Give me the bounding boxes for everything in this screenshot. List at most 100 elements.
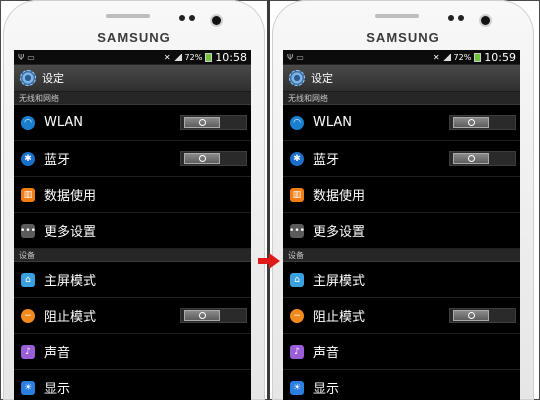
arrow-right-icon: [258, 253, 280, 269]
settings-title-bar: 设定: [14, 65, 251, 92]
settings-item-block-mode[interactable]: − 阻止模式: [14, 298, 251, 334]
section-header-device: 设备: [283, 249, 520, 262]
settings-item-label: 声音: [44, 346, 71, 361]
section-header-wireless: 无线和网络: [283, 92, 520, 105]
wlan-toggle[interactable]: [449, 115, 516, 130]
phone-screen: Ψ ▭ ✕ 72% 10:59 设定 无线和网络 ◠ WLAN ✱ 蓝牙 ▥ 数…: [283, 50, 520, 400]
bluetooth-icon: ✱: [21, 151, 35, 166]
settings-item-label: WLAN: [44, 115, 84, 130]
settings-item-label: 显示: [313, 382, 340, 397]
display-icon: ☀: [21, 380, 35, 395]
battery-percent: 72%: [184, 52, 203, 62]
section-header-device: 设备: [14, 249, 251, 262]
front-camera: [212, 16, 221, 25]
block-icon: −: [290, 308, 304, 323]
toggle-knob: [453, 310, 489, 321]
brand-logo: SAMSUNG: [366, 30, 440, 45]
speaker-grille: [106, 14, 150, 18]
brand-logo: SAMSUNG: [97, 30, 171, 45]
wifi-icon: ◠: [21, 115, 35, 130]
settings-item-bluetooth[interactable]: ✱ 蓝牙: [283, 141, 520, 177]
clock: 10:59: [484, 50, 516, 64]
block-icon: −: [21, 308, 35, 323]
settings-item-label: 数据使用: [44, 189, 97, 204]
settings-item-label: 蓝牙: [313, 153, 340, 168]
page-title: 设定: [42, 72, 64, 85]
speaker-grille: [375, 14, 419, 18]
toggle-knob: [184, 117, 220, 128]
sensor-dot: [189, 15, 195, 21]
signal-icon: [173, 53, 182, 61]
mute-icon: ✕: [163, 52, 171, 62]
clock: 10:58: [215, 50, 247, 64]
battery-icon: [474, 52, 482, 62]
settings-title-bar: 设定: [283, 65, 520, 92]
settings-item-label: 主屏模式: [44, 274, 97, 289]
home-icon: ⌂: [290, 272, 304, 287]
battery-percent: 72%: [453, 52, 472, 62]
settings-item-data-usage[interactable]: ▥ 数据使用: [283, 177, 520, 213]
mute-icon: ✕: [432, 52, 440, 62]
settings-item-home-mode[interactable]: ⌂ 主屏模式: [14, 262, 251, 298]
bluetooth-icon: ✱: [290, 151, 304, 166]
toggle-knob: [184, 153, 220, 164]
settings-item-wlan[interactable]: ◠ WLAN: [283, 105, 520, 141]
sensor-dot: [448, 15, 454, 21]
wlan-toggle[interactable]: [180, 115, 247, 130]
sound-icon: ♪: [290, 344, 304, 359]
block-mode-toggle[interactable]: [449, 308, 516, 323]
data-usage-icon: ▥: [21, 187, 35, 202]
wifi-icon: ◠: [290, 115, 304, 130]
settings-item-label: 蓝牙: [44, 153, 71, 168]
settings-item-label: 数据使用: [313, 189, 366, 204]
status-bar: Ψ ▭ ✕ 72% 10:59: [283, 50, 520, 65]
phone-right: SAMSUNG Ψ ▭ ✕ 72% 10:59 设定 无线和网络 ◠ WLAN: [272, 0, 534, 400]
section-header-wireless: 无线和网络: [14, 92, 251, 105]
panel-divider: [267, 0, 270, 400]
settings-item-display[interactable]: ☀ 显示: [283, 370, 520, 400]
usb-icon: Ψ: [287, 52, 294, 62]
data-usage-icon: ▥: [290, 187, 304, 202]
sensor-dot: [458, 15, 464, 21]
settings-item-label: 显示: [44, 382, 71, 397]
phone-screen: Ψ ▭ ✕ 72% 10:58 设定 无线和网络 ◠ WLAN ✱ 蓝牙 ▥ 数…: [14, 50, 251, 400]
settings-item-wlan[interactable]: ◠ WLAN: [14, 105, 251, 141]
usb-icon: Ψ: [18, 52, 25, 62]
settings-item-label: 阻止模式: [44, 310, 97, 325]
page-title: 设定: [311, 72, 333, 85]
settings-item-label: 声音: [313, 346, 340, 361]
display-icon: ☀: [290, 380, 304, 395]
settings-item-label: 主屏模式: [313, 274, 366, 289]
phone-left: SAMSUNG Ψ ▭ ✕ 72% 10:58 设定 无线和网络 ◠ WLAN: [3, 0, 265, 400]
settings-item-data-usage[interactable]: ▥ 数据使用: [14, 177, 251, 213]
settings-item-block-mode[interactable]: − 阻止模式: [283, 298, 520, 334]
signal-icon: [442, 53, 451, 61]
download-icon: ▭: [27, 52, 35, 62]
settings-item-more[interactable]: ••• 更多设置: [283, 213, 520, 249]
bluetooth-toggle[interactable]: [449, 151, 516, 166]
settings-item-bluetooth[interactable]: ✱ 蓝牙: [14, 141, 251, 177]
settings-gear-icon: [289, 70, 305, 86]
settings-item-label: WLAN: [313, 115, 353, 130]
settings-item-sound[interactable]: ♪ 声音: [14, 334, 251, 370]
toggle-knob: [184, 310, 220, 321]
settings-item-home-mode[interactable]: ⌂ 主屏模式: [283, 262, 520, 298]
more-dots-icon: •••: [289, 223, 305, 238]
settings-item-label: 更多设置: [44, 225, 97, 240]
home-icon: ⌂: [21, 272, 35, 287]
settings-item-label: 阻止模式: [313, 310, 366, 325]
settings-item-label: 更多设置: [313, 225, 366, 240]
battery-icon: [205, 52, 213, 62]
toggle-knob: [453, 153, 489, 164]
settings-item-display[interactable]: ☀ 显示: [14, 370, 251, 400]
bluetooth-toggle[interactable]: [180, 151, 247, 166]
sound-icon: ♪: [21, 344, 35, 359]
download-icon: ▭: [296, 52, 304, 62]
status-bar: Ψ ▭ ✕ 72% 10:58: [14, 50, 251, 65]
settings-item-sound[interactable]: ♪ 声音: [283, 334, 520, 370]
more-dots-icon: •••: [20, 223, 36, 238]
block-mode-toggle[interactable]: [180, 308, 247, 323]
front-camera: [481, 16, 490, 25]
settings-item-more[interactable]: ••• 更多设置: [14, 213, 251, 249]
toggle-knob: [453, 117, 489, 128]
